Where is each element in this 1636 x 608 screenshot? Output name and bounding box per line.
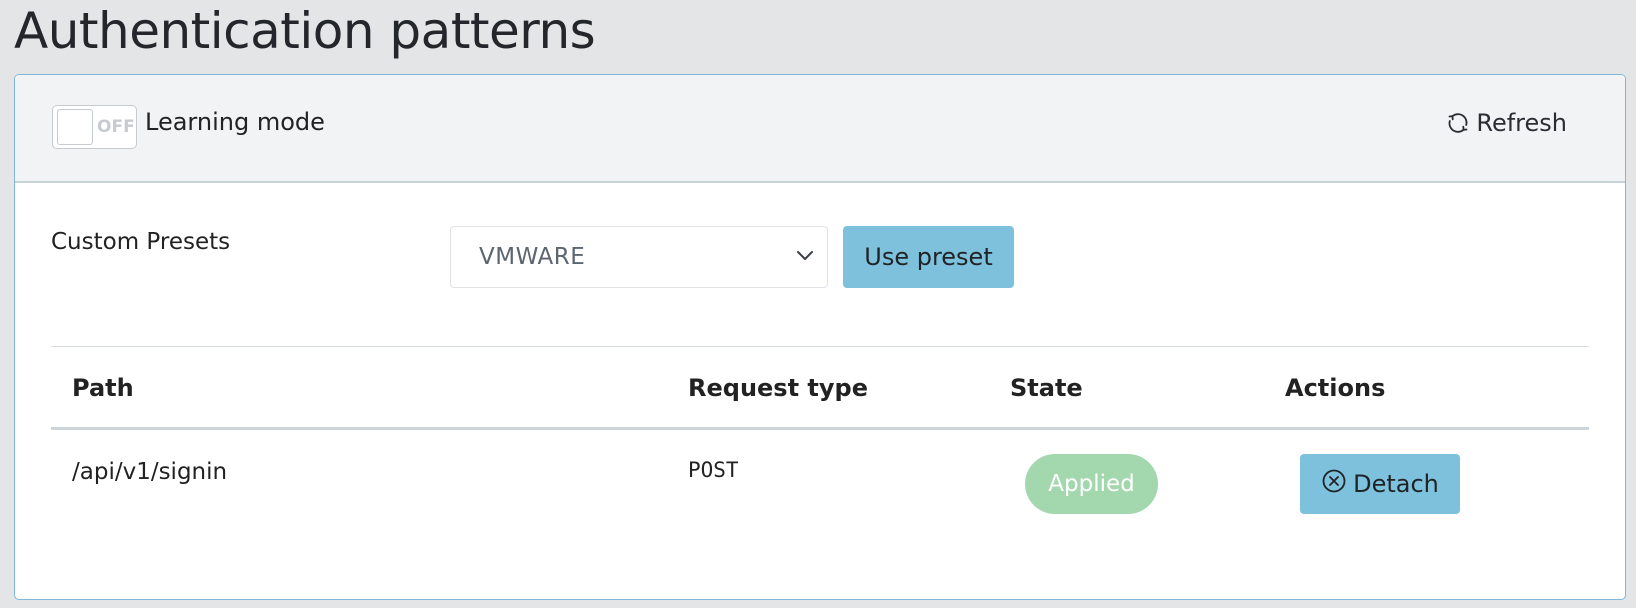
learning-mode-label: Learning mode bbox=[145, 108, 325, 136]
refresh-button[interactable]: Refresh bbox=[1446, 109, 1567, 137]
refresh-icon bbox=[1446, 111, 1470, 135]
refresh-label: Refresh bbox=[1476, 109, 1567, 137]
card-header: OFF Learning mode Refresh bbox=[15, 75, 1625, 183]
row-path: /api/v1/signin bbox=[72, 459, 228, 485]
preset-select[interactable]: VMWARE bbox=[450, 226, 828, 288]
section-divider bbox=[51, 346, 1589, 347]
table-header-divider bbox=[51, 427, 1589, 430]
preset-selected-value: VMWARE bbox=[479, 244, 586, 270]
custom-presets-label: Custom Presets bbox=[51, 229, 231, 255]
toggle-state-label: OFF bbox=[97, 117, 135, 137]
close-circle-icon bbox=[1321, 468, 1347, 500]
detach-label: Detach bbox=[1353, 470, 1439, 498]
status-badge: Applied bbox=[1025, 454, 1158, 514]
column-header-state: State bbox=[1010, 374, 1083, 402]
column-header-request-type: Request type bbox=[688, 374, 868, 402]
row-request-type: POST bbox=[688, 458, 739, 482]
use-preset-button[interactable]: Use preset bbox=[843, 226, 1014, 288]
learning-mode-toggle[interactable]: OFF bbox=[52, 105, 137, 149]
detach-button[interactable]: Detach bbox=[1300, 454, 1460, 514]
column-header-path: Path bbox=[72, 374, 134, 402]
page-title: Authentication patterns bbox=[14, 2, 596, 60]
chevron-down-icon bbox=[795, 248, 815, 267]
toggle-knob bbox=[57, 109, 93, 145]
column-header-actions: Actions bbox=[1285, 374, 1386, 402]
auth-patterns-card: OFF Learning mode Refresh Custom Presets… bbox=[14, 74, 1626, 600]
